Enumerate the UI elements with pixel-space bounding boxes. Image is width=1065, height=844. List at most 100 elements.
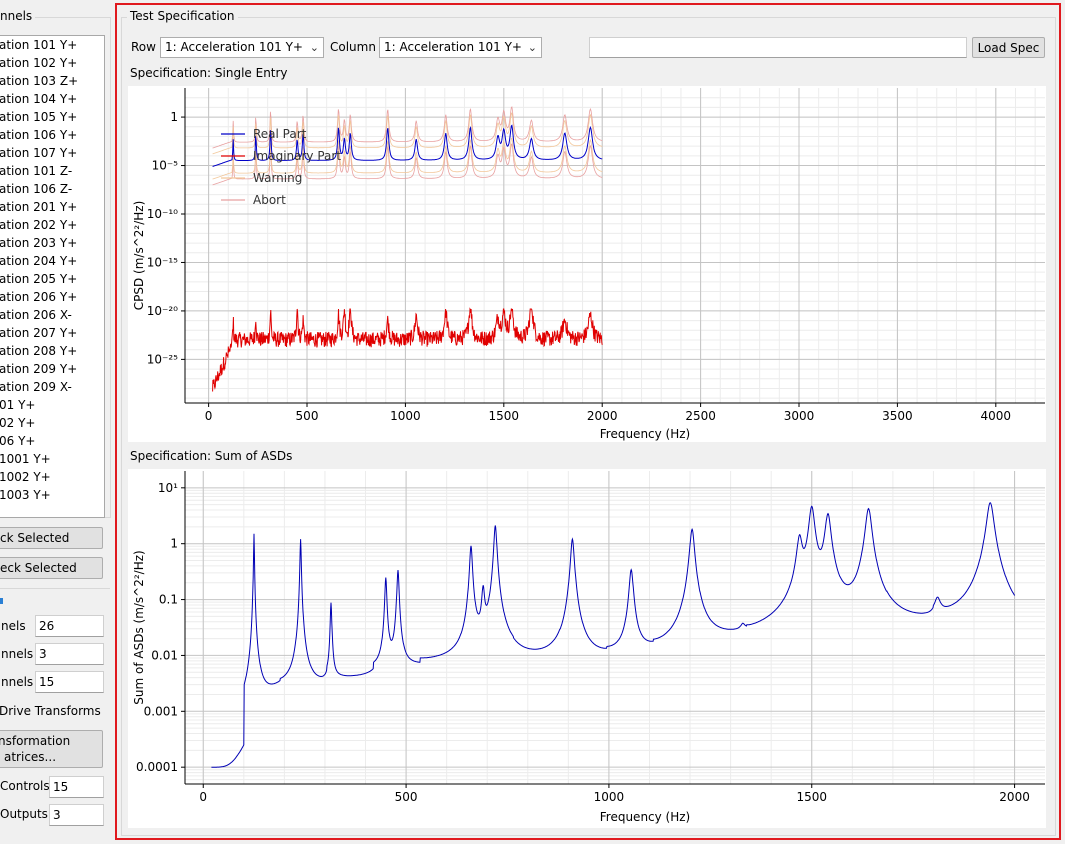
spec-file-path-input[interactable]: [589, 37, 967, 58]
channel-list-item[interactable]: ation 102 Y+: [0, 54, 104, 72]
y-axis-label: CPSD (m/s^2²/Hz): [132, 201, 146, 311]
sum-asds-chart: 0 500 1000 1500 2000 10¹ 1 0.1 0.01 0.001 0.0001 Fr…: [132, 471, 1045, 824]
x-tick-label: 4000: [981, 409, 1012, 423]
channel-list[interactable]: ation 101 Y+ ation 102 Y+ ation 103 Z+ atio…: [0, 35, 105, 518]
chevron-down-icon: ⌄: [527, 41, 537, 54]
x-tick-label: 2000: [999, 790, 1030, 804]
controls-label: Controls: [0, 779, 50, 793]
channel-list-item[interactable]: ation 206 X-: [0, 306, 104, 324]
y-tick-label: 0.1: [159, 593, 178, 607]
channel-list-item[interactable]: ation 202 Y+: [0, 216, 104, 234]
count-label-1: nels: [1, 619, 26, 633]
transformation-matrices-button[interactable]: nsformation atrices...: [0, 730, 103, 768]
y-tick-label: 10⁻¹⁵: [147, 255, 178, 269]
sum-asds-title: Specification: Sum of ASDs: [130, 449, 293, 463]
x-tick-label: 500: [296, 409, 319, 423]
channel-list-item[interactable]: ation 107 Y+: [0, 144, 104, 162]
column-label: Column: [330, 40, 376, 54]
y-tick-label: 10⁻²⁵: [147, 352, 178, 366]
channel-list-item[interactable]: ation 209 X-: [0, 378, 104, 396]
y-tick-label: 10¹: [158, 481, 178, 495]
y-tick-label: 10⁻²⁰: [147, 304, 178, 318]
sum-asds-plot[interactable]: 0 500 1000 1500 2000 10¹ 1 0.1 0.01 0.001 0.0001 Fr…: [128, 469, 1046, 828]
channel-list-item[interactable]: ation 209 Y+: [0, 360, 104, 378]
count-field-3[interactable]: 15: [35, 671, 104, 693]
channel-list-item[interactable]: ation 201 Y+: [0, 198, 104, 216]
count-label-2: nnels: [1, 647, 34, 661]
sum-asds-line: [211, 502, 1016, 768]
column-select-value: 1: Acceleration 101 Y+: [384, 40, 522, 54]
uncheck-selected-button[interactable]: eck Selected: [0, 557, 103, 579]
x-tick-label: 1000: [390, 409, 421, 423]
y-axis-label: Sum of ASDs (m/s^2²/Hz): [132, 550, 146, 704]
test-spec-title: Test Specification: [127, 9, 238, 23]
x-tick-label: 1500: [796, 790, 827, 804]
x-tick-label: 0: [205, 409, 213, 423]
transformation-button-line1: nsformation: [0, 734, 71, 748]
chevron-down-icon: ⌄: [309, 41, 319, 54]
x-tick-label: 500: [395, 790, 418, 804]
y-tick-label: 0.01: [151, 648, 178, 662]
channel-list-item[interactable]: ation 106 Y+: [0, 126, 104, 144]
channel-list-item[interactable]: ation 207 Y+: [0, 324, 104, 342]
left-separator: [0, 588, 110, 589]
channel-list-item[interactable]: ation 103 Z+: [0, 72, 104, 90]
channel-list-item[interactable]: ation 105 Y+: [0, 108, 104, 126]
y-tick-label: 0.001: [144, 704, 178, 718]
x-tick-label: 2000: [587, 409, 618, 423]
legend-label: Abort: [253, 193, 286, 207]
channel-list-item[interactable]: ation 204 Y+: [0, 252, 104, 270]
drive-transforms-label[interactable]: Drive Transforms: [0, 704, 101, 718]
check-selected-label: ck Selected: [0, 531, 70, 545]
legend-label: Imaginary Part: [253, 149, 341, 163]
channel-list-item[interactable]: 1002 Y+: [0, 468, 104, 486]
x-tick-label: 1500: [489, 409, 520, 423]
count-field-2[interactable]: 3: [35, 643, 104, 665]
uncheck-selected-label: eck Selected: [0, 561, 77, 575]
channel-list-item[interactable]: ation 206 Y+: [0, 288, 104, 306]
channel-list-item[interactable]: ation 203 Y+: [0, 234, 104, 252]
x-tick-label: 1000: [594, 790, 625, 804]
channel-list-item[interactable]: ation 208 Y+: [0, 342, 104, 360]
y-tick-label: 10⁻⁵: [152, 159, 179, 173]
channel-list-item[interactable]: 01 Y+: [0, 396, 104, 414]
channel-list-item[interactable]: 02 Y+: [0, 414, 104, 432]
channels-group-title: nnels: [0, 9, 36, 23]
x-tick-label: 3500: [882, 409, 913, 423]
single-entry-title: Specification: Single Entry: [130, 66, 288, 80]
row-select-value: 1: Acceleration 101 Y+: [165, 40, 303, 54]
outputs-label: Outputs: [0, 807, 48, 821]
row-label: Row: [131, 40, 156, 54]
load-spec-label: Load Spec: [977, 40, 1040, 55]
y-tick-label: 1: [170, 537, 178, 551]
row-select[interactable]: 1: Acceleration 101 Y+ ⌄: [160, 37, 324, 58]
x-tick-label: 2500: [685, 409, 716, 423]
x-tick-label: 3000: [784, 409, 815, 423]
column-select[interactable]: 1: Acceleration 101 Y+ ⌄: [379, 37, 542, 58]
channel-list-item[interactable]: ation 106 Z-: [0, 180, 104, 198]
check-selected-button[interactable]: ck Selected: [0, 527, 103, 549]
x-axis-label: Frequency (Hz): [600, 427, 691, 441]
channel-list-item[interactable]: ation 101 Z-: [0, 162, 104, 180]
count-label-3: nnels: [1, 675, 34, 689]
single-entry-plot[interactable]: 0 500 1000 1500 2000 2500 3000 3500 4000 1 10⁻⁵ 10⁻…: [128, 86, 1046, 442]
load-spec-button[interactable]: Load Spec: [972, 37, 1045, 58]
y-tick-label: 10⁻¹⁰: [147, 207, 178, 221]
legend-label: Warning: [253, 171, 302, 185]
channel-list-item[interactable]: 1003 Y+: [0, 486, 104, 504]
outputs-field[interactable]: 3: [49, 804, 104, 826]
y-tick-label: 0.0001: [136, 760, 178, 774]
x-axis-label: Frequency (Hz): [600, 810, 691, 824]
channel-list-item[interactable]: 06 Y+: [0, 432, 104, 450]
count-field-1[interactable]: 26: [35, 615, 104, 637]
channel-list-item[interactable]: ation 101 Y+: [0, 36, 104, 54]
y-tick-label: 1: [170, 110, 178, 124]
controls-field[interactable]: 15: [49, 776, 104, 798]
left-blue-mark: [0, 598, 3, 604]
transformation-button-line2: atrices...: [4, 750, 57, 764]
x-tick-label: 0: [199, 790, 207, 804]
channel-list-item[interactable]: ation 104 Y+: [0, 90, 104, 108]
channel-list-item[interactable]: ation 205 Y+: [0, 270, 104, 288]
channel-list-item[interactable]: 1001 Y+: [0, 450, 104, 468]
legend-label: Real Part: [253, 127, 307, 141]
